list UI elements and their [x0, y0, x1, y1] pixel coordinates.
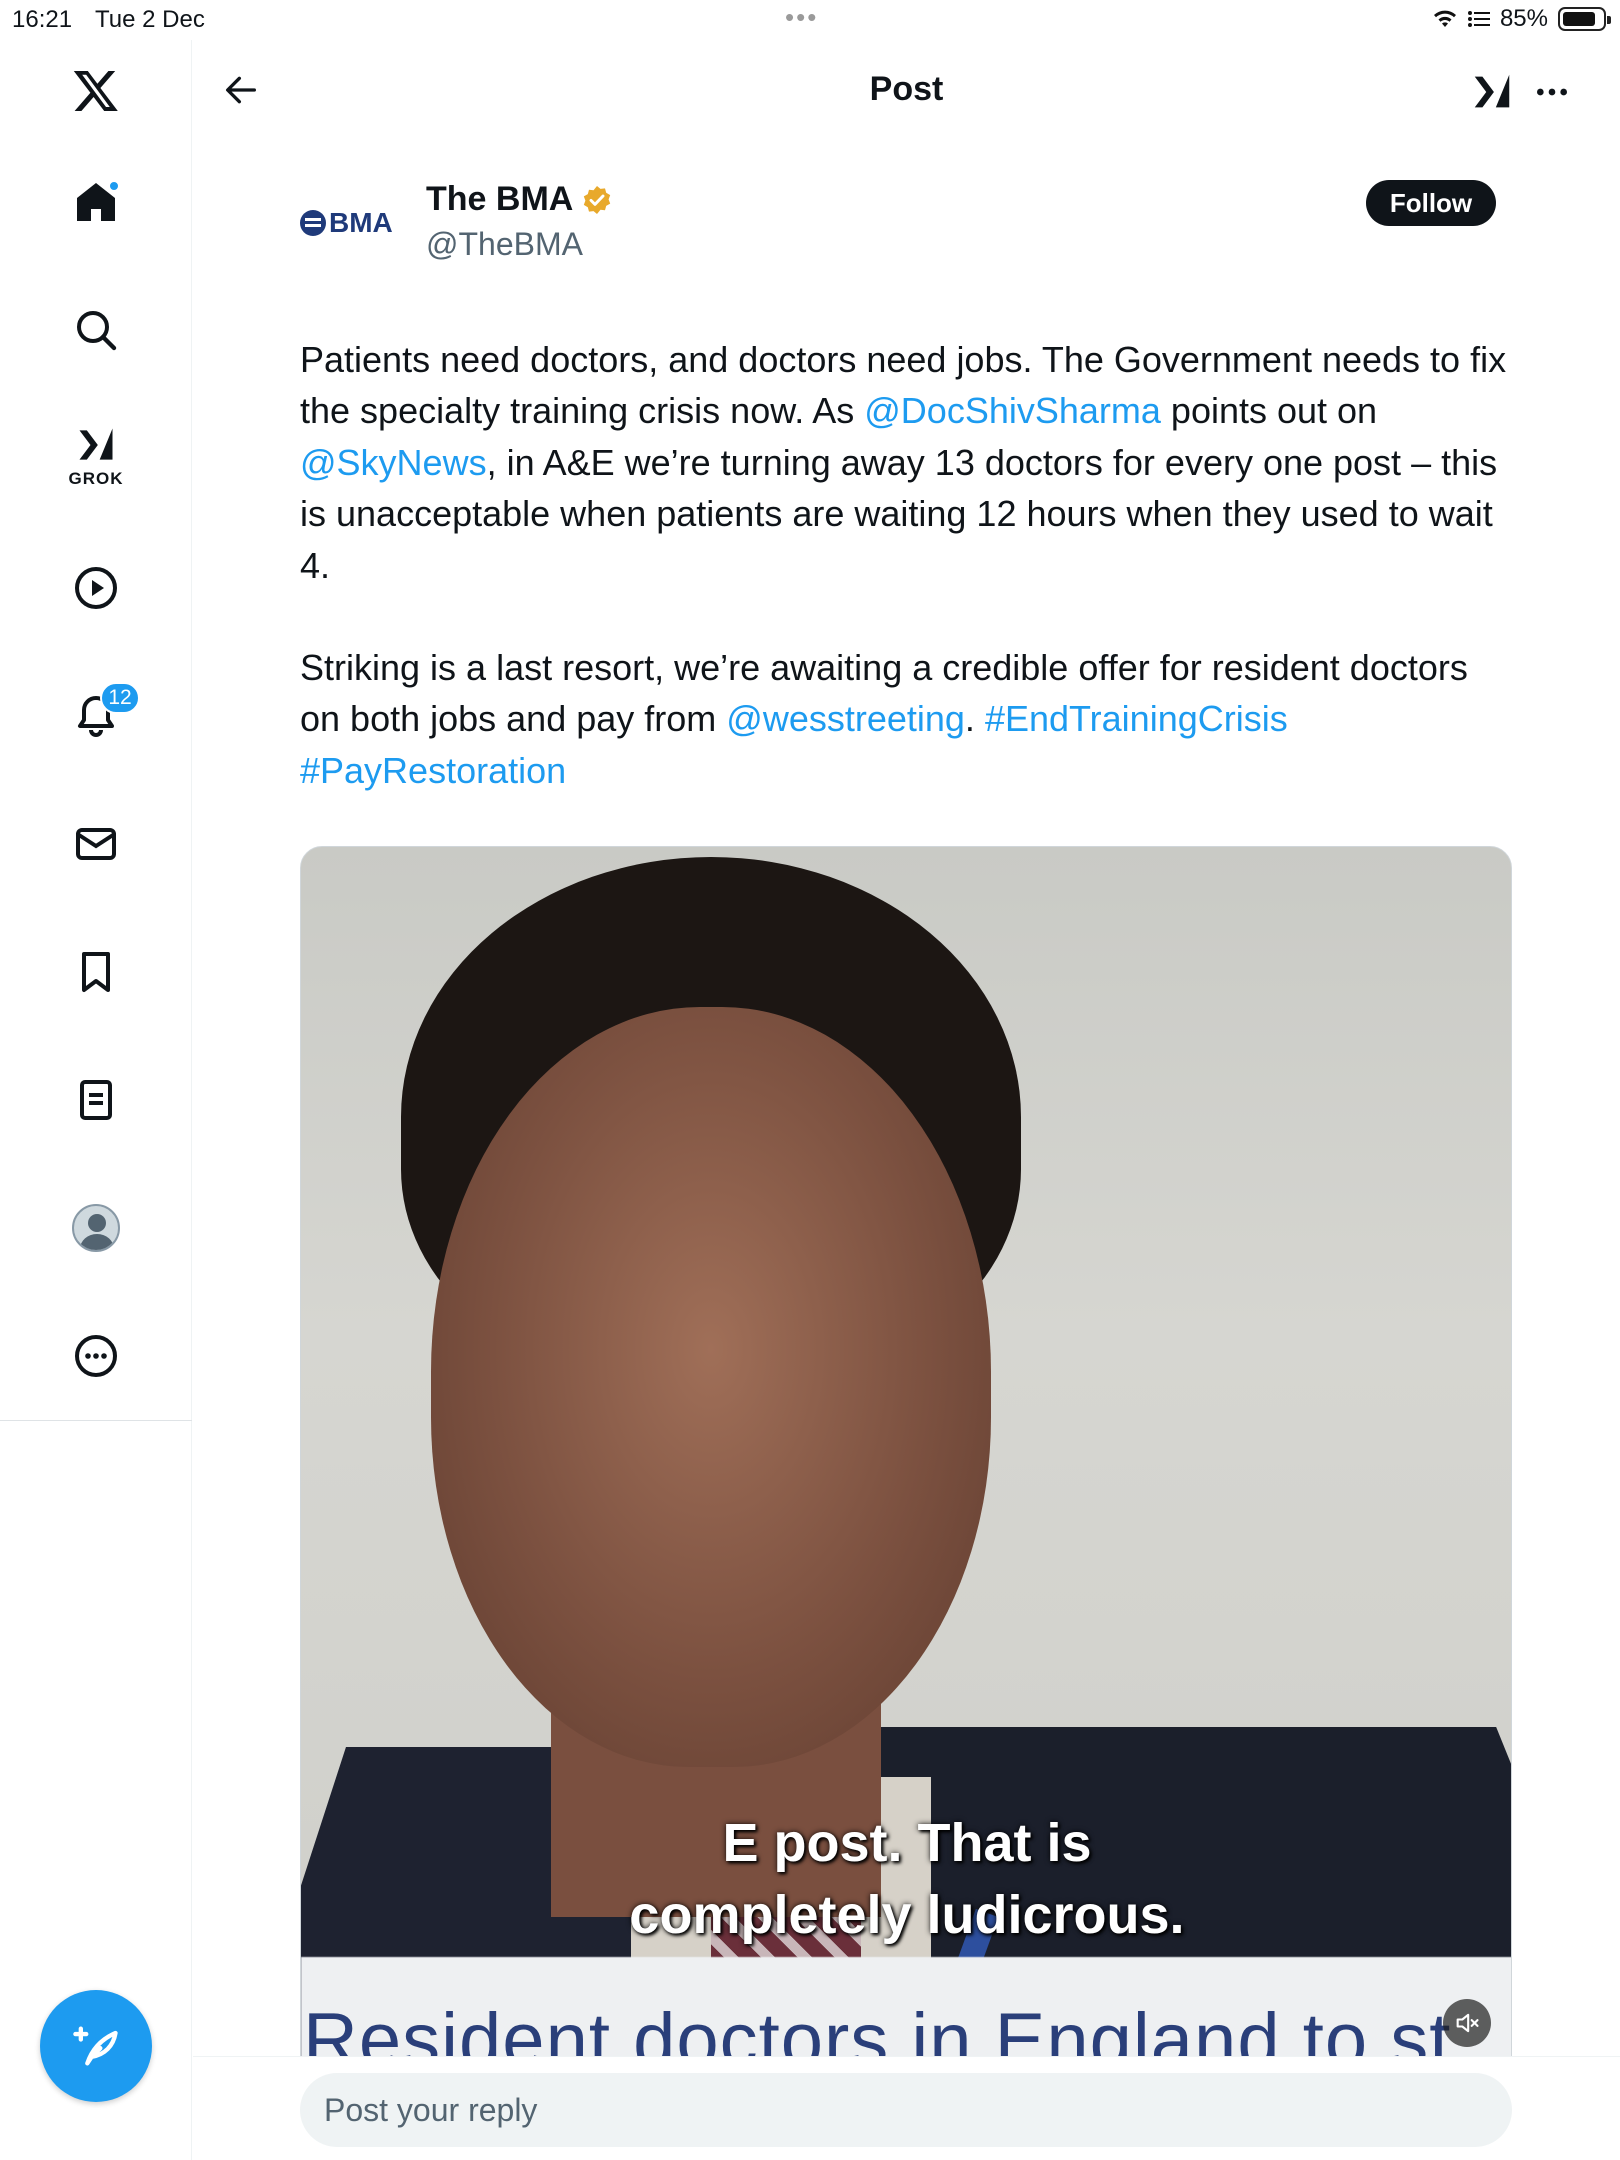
battery-percent: 85%: [1499, 5, 1548, 32]
grok-button[interactable]: [1464, 64, 1520, 120]
mail-icon: [76, 828, 116, 860]
post-paragraph: Patients need doctors, and doctors need …: [300, 334, 1510, 591]
compose-icon: [73, 2026, 118, 2066]
video-frame-detail: [431, 1007, 991, 1767]
more-options-button[interactable]: [1524, 64, 1580, 120]
multitasking-dots[interactable]: •••: [785, 2, 818, 33]
post-text: Patients need doctors, and doctors need …: [300, 334, 1510, 847]
video-player[interactable]: E post. That is completely ludicrous. Re…: [300, 846, 1512, 2060]
author-avatar[interactable]: BMA: [300, 198, 408, 248]
page-title: Post: [869, 70, 944, 108]
news-lower-third-text: Resident doctors in England to st: [303, 1998, 1452, 2060]
sidebar-item-notifications[interactable]: 12: [56, 676, 140, 756]
muted-speaker-icon: [1456, 2013, 1479, 2033]
reply-bar: Post your reply: [193, 2056, 1620, 2160]
play-icon: [75, 567, 117, 609]
hashtag-link[interactable]: #EndTrainingCrisis: [985, 698, 1288, 739]
grok-icon: [1474, 74, 1510, 108]
bookmark-icon: [82, 952, 110, 992]
sidebar-item-lists[interactable]: [56, 1060, 136, 1140]
hashtag-link[interactable]: #PayRestoration: [300, 750, 566, 791]
sidebar-item-grok[interactable]: GROK: [56, 416, 136, 496]
sidebar-item-home[interactable]: [56, 162, 136, 242]
sidebar: GROK 12: [0, 40, 192, 2160]
post-text-run: .: [964, 698, 985, 740]
bma-emblem-icon: [300, 210, 326, 236]
follow-button[interactable]: Follow: [1366, 180, 1496, 226]
author-name-text: The BMA: [426, 180, 574, 218]
author-display-name[interactable]: The BMA: [426, 180, 613, 219]
wifi-icon: [1433, 10, 1456, 27]
mention-link[interactable]: @DocShivSharma: [864, 390, 1161, 431]
mention-link[interactable]: @SkyNews: [300, 442, 487, 483]
grok-label: GROK: [68, 469, 124, 488]
sidebar-item-messages[interactable]: [56, 804, 136, 884]
more-circle-icon: [75, 1335, 117, 1377]
status-bar: 16:21 Tue 2 Dec ••• 85%: [0, 0, 1620, 40]
reply-input[interactable]: Post your reply: [300, 2073, 1512, 2147]
video-caption: E post. That is completely ludicrous.: [301, 1807, 1511, 1951]
compose-button[interactable]: [40, 1990, 152, 2102]
status-time: 16:21: [12, 6, 73, 33]
author-logo-text: BMA: [329, 207, 393, 238]
grok-icon: [79, 428, 113, 460]
focus-list-icon: [1467, 11, 1490, 27]
list-icon: [80, 1080, 112, 1120]
mute-button[interactable]: [1443, 1999, 1491, 2047]
sidebar-item-video[interactable]: [56, 548, 136, 628]
video-caption-line: completely ludicrous.: [629, 1885, 1185, 1945]
sidebar-item-explore[interactable]: [56, 290, 136, 370]
status-date: Tue 2 Dec: [95, 6, 205, 33]
status-right: 85%: [1432, 5, 1611, 33]
video-caption-line: E post. That is: [722, 1813, 1092, 1873]
post-header: Post: [193, 40, 1620, 140]
verified-badge-icon: [584, 185, 611, 214]
avatar: [72, 1204, 120, 1252]
post-paragraph: Striking is a last resort, we’re awaitin…: [300, 642, 1510, 796]
sidebar-item-bookmarks[interactable]: [56, 932, 136, 1012]
battery-icon: [1558, 7, 1611, 31]
sidebar-item-profile[interactable]: [56, 1188, 136, 1268]
home-unread-dot: [108, 180, 120, 192]
x-logo-button[interactable]: [56, 50, 136, 130]
search-icon: [77, 311, 117, 351]
sidebar-item-more[interactable]: [56, 1316, 136, 1396]
notifications-count-badge: 12: [100, 682, 140, 714]
sidebar-divider: [0, 1420, 192, 1421]
mention-link[interactable]: @wesstreeting: [726, 698, 965, 739]
author-handle[interactable]: @TheBMA: [426, 226, 583, 263]
x-logo-icon: [73, 71, 118, 111]
more-horizontal-icon: [1537, 88, 1567, 96]
post-text-run: points out on: [1160, 390, 1378, 432]
